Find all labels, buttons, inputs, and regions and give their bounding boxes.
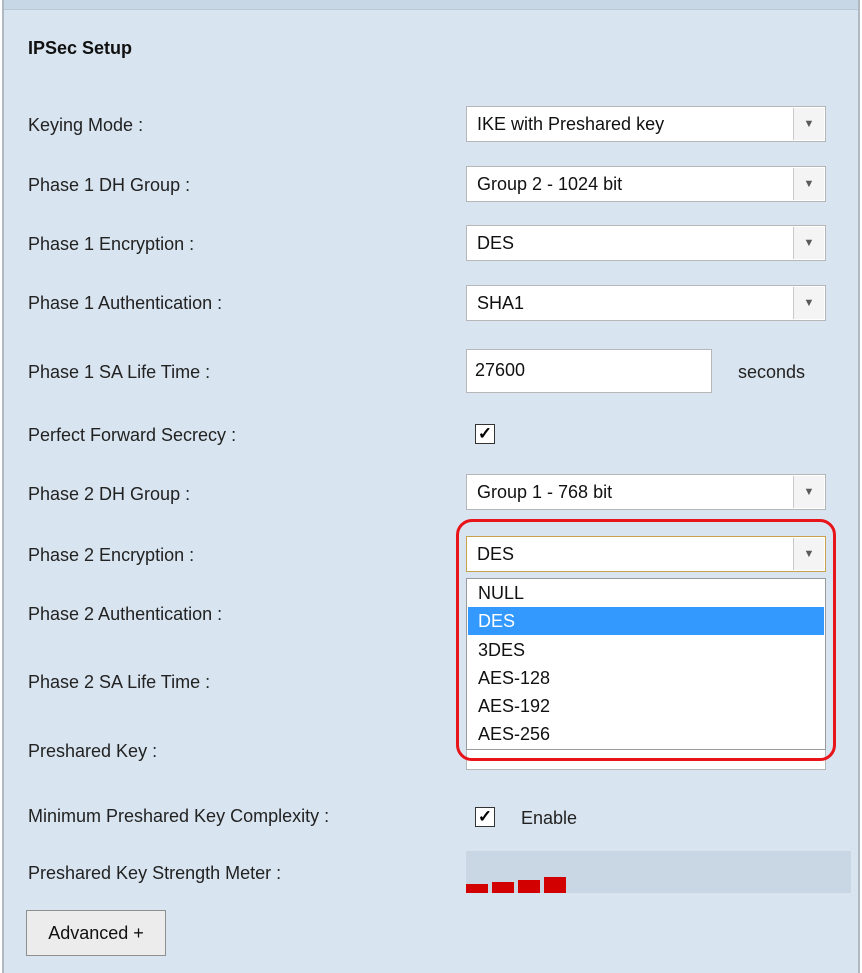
phase1-authentication-value: SHA1 <box>477 293 525 313</box>
seconds-unit-label: seconds <box>738 362 806 382</box>
phase1-sa-lifetime-label: Phase 1 SA Life Time : <box>28 362 211 382</box>
preshared-key-label: Preshared Key : <box>28 741 158 761</box>
phase1-encryption-select[interactable]: DES ▼ <box>466 225 826 261</box>
pfs-label: Perfect Forward Secrecy : <box>28 425 237 445</box>
phase1-dh-group-label: Phase 1 DH Group : <box>28 175 191 195</box>
advanced-button[interactable]: Advanced + <box>26 910 166 956</box>
psk-strength-meter-label: Preshared Key Strength Meter : <box>28 863 282 883</box>
chevron-down-icon[interactable]: ▼ <box>793 168 824 200</box>
check-icon: ✓ <box>477 807 493 826</box>
enable-label: Enable <box>521 808 578 828</box>
phase2-dh-group-select[interactable]: Group 1 - 768 bit ▼ <box>466 474 826 510</box>
phase2-sa-lifetime-label: Phase 2 SA Life Time : <box>28 672 211 692</box>
ipsec-setup-panel: IPSec Setup Keying Mode : IKE with Presh… <box>2 0 860 973</box>
strength-bar-4 <box>544 877 566 893</box>
chevron-down-icon[interactable]: ▼ <box>793 227 824 259</box>
phase1-authentication-select[interactable]: SHA1 ▼ <box>466 285 826 321</box>
phase1-encryption-label: Phase 1 Encryption : <box>28 234 195 254</box>
strength-bar-1 <box>466 884 488 893</box>
strength-bar-3 <box>518 880 540 893</box>
keying-mode-value: IKE with Preshared key <box>477 114 665 134</box>
phase2-dh-group-label: Phase 2 DH Group : <box>28 484 191 504</box>
keying-mode-label: Keying Mode : <box>28 115 144 135</box>
pfs-checkbox[interactable]: ✓ <box>475 424 495 444</box>
min-psk-complexity-checkbox[interactable]: ✓ <box>475 807 495 827</box>
chevron-down-icon[interactable]: ▼ <box>793 476 824 508</box>
psk-strength-meter <box>466 851 851 893</box>
phase1-dh-group-select[interactable]: Group 2 - 1024 bit ▼ <box>466 166 826 202</box>
strength-bar-2 <box>492 882 514 893</box>
chevron-down-icon[interactable]: ▼ <box>793 287 824 319</box>
phase1-encryption-value: DES <box>477 233 515 253</box>
chevron-down-icon[interactable]: ▼ <box>793 108 824 140</box>
phase2-authentication-label: Phase 2 Authentication : <box>28 604 223 624</box>
check-icon: ✓ <box>477 424 493 443</box>
phase2-dh-group-value: Group 1 - 768 bit <box>477 482 613 502</box>
section-title: IPSec Setup <box>28 38 133 58</box>
phase1-authentication-label: Phase 1 Authentication : <box>28 293 223 313</box>
highlight-annotation <box>456 519 836 761</box>
keying-mode-select[interactable]: IKE with Preshared key ▼ <box>466 106 826 142</box>
min-psk-complexity-label: Minimum Preshared Key Complexity : <box>28 806 330 826</box>
phase1-sa-lifetime-value: 27600 <box>475 360 526 380</box>
phase1-dh-group-value: Group 2 - 1024 bit <box>477 174 623 194</box>
phase2-encryption-label: Phase 2 Encryption : <box>28 545 195 565</box>
panel-top-border <box>4 0 858 10</box>
phase1-sa-lifetime-input[interactable]: 27600 <box>466 349 712 393</box>
